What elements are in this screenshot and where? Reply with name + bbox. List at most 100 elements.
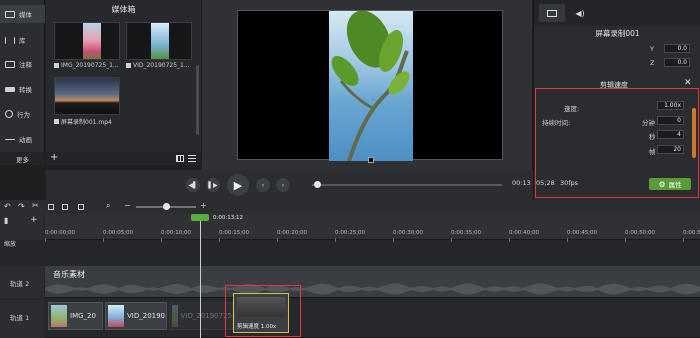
ruler-tick-label: 0:00:00;00 bbox=[45, 230, 76, 236]
speaker-icon: ◀) bbox=[575, 8, 585, 18]
scrub-knob[interactable] bbox=[314, 181, 321, 188]
z-label: Z bbox=[650, 59, 655, 67]
previous-clip-button[interactable]: ‹ bbox=[256, 178, 270, 192]
redo-icon[interactable]: ↷ bbox=[18, 202, 25, 211]
scrub-bar[interactable] bbox=[312, 184, 502, 186]
ruler-tick bbox=[683, 238, 684, 242]
properties-button[interactable]: ⚙ 属性 bbox=[649, 178, 691, 190]
ruler-tick bbox=[335, 238, 336, 242]
media-bin-scrollbar[interactable] bbox=[196, 65, 199, 135]
next-clip-button[interactable]: › bbox=[276, 178, 290, 192]
ruler-tick-label: 0:00:20;00 bbox=[277, 230, 308, 236]
timeline-clip[interactable]: IMG_20 bbox=[48, 302, 103, 330]
ruler-tick-label: 0:00:10;00 bbox=[161, 230, 192, 236]
timeline-header-left: ▮ + 缩放 bbox=[0, 214, 44, 248]
zoom-in-icon[interactable]: + bbox=[200, 201, 207, 210]
time-ruler[interactable]: 0:00:00;00 0:00:05;00 0:00:10;00 0:00:15;00… bbox=[45, 214, 700, 242]
add-media-icon[interactable]: + bbox=[50, 152, 58, 164]
paste-icon[interactable] bbox=[62, 204, 68, 210]
ruler-tick-label: 0:00:35;00 bbox=[451, 230, 482, 236]
ruler-tick bbox=[277, 238, 278, 242]
zoom-slider-knob[interactable] bbox=[163, 203, 170, 210]
playhead-handle[interactable] bbox=[191, 214, 209, 221]
undo-icon[interactable]: ↶ bbox=[4, 202, 11, 211]
track-name: 轨道 2 bbox=[10, 280, 30, 288]
ruler-tick bbox=[161, 238, 162, 242]
y-label: Y bbox=[650, 45, 654, 53]
step-forward-button[interactable]: ▌▶ bbox=[206, 178, 220, 192]
image-file-icon bbox=[54, 63, 59, 68]
audio-clip-label: 音乐素材 bbox=[53, 270, 85, 279]
audio-clip[interactable]: 音乐素材 bbox=[45, 266, 700, 297]
video-file-icon bbox=[54, 119, 59, 124]
copy-icon[interactable] bbox=[48, 204, 54, 210]
zoom-dropdown[interactable]: 缩放 bbox=[4, 239, 16, 248]
tool-annotation[interactable]: 注释 bbox=[0, 55, 45, 73]
playhead[interactable] bbox=[200, 216, 201, 338]
animation-icon bbox=[5, 138, 15, 140]
track-header-1: 轨道 1 bbox=[0, 300, 44, 338]
ruler-tick bbox=[103, 238, 104, 242]
more-button[interactable]: 更多 bbox=[16, 154, 29, 164]
annotation-icon bbox=[5, 60, 15, 68]
branch-graphic bbox=[331, 11, 410, 161]
clip-title: 屏幕录制001 bbox=[595, 29, 640, 38]
gear-icon: ⚙ bbox=[658, 179, 666, 189]
play-button[interactable]: ▶ bbox=[227, 174, 249, 196]
video-file-icon bbox=[126, 63, 131, 68]
y-field[interactable]: 0.0 bbox=[664, 44, 690, 53]
timeline: ↶ ↷ ✂ ⌕ − + ▮ + 缩放 0:00:00;00 0:00:05;00 0… bbox=[0, 200, 700, 338]
playhead-time: 0:00:13;12 bbox=[213, 215, 244, 221]
media-thumbnail bbox=[54, 77, 120, 115]
add-track-icon[interactable]: + bbox=[30, 215, 38, 225]
z-field[interactable]: 0.0 bbox=[664, 58, 690, 67]
ruler-tick bbox=[45, 238, 46, 242]
ruler-tick bbox=[393, 238, 394, 242]
track-header-2: 轨道 2 bbox=[0, 266, 44, 298]
ruler-tick-label: 0:00:15;00 bbox=[219, 230, 250, 236]
ruler-tick-label: 0:00:30;00 bbox=[393, 230, 424, 236]
tab-audio-properties[interactable]: ◀) bbox=[567, 4, 593, 22]
tool-transition[interactable]: 转换 bbox=[0, 80, 45, 98]
ruler-tick bbox=[219, 238, 220, 242]
ruler-tick bbox=[451, 238, 452, 242]
grid-view-icon[interactable] bbox=[176, 155, 184, 162]
tool-library[interactable]: 库 bbox=[0, 31, 45, 49]
media-item[interactable]: 屏幕录制001.mp4 bbox=[54, 77, 128, 126]
close-icon[interactable]: ✕ bbox=[684, 78, 692, 88]
ruler-tick-label: 0:00:05;00 bbox=[103, 230, 134, 236]
media-item[interactable]: VID_20190725_1... bbox=[126, 22, 200, 69]
preview-photo bbox=[329, 11, 413, 161]
zoom-out-icon[interactable]: − bbox=[124, 201, 131, 210]
canvas-handle[interactable] bbox=[368, 157, 374, 163]
timeline-toolbar: ↶ ↷ ✂ ⌕ − + bbox=[0, 200, 700, 214]
current-time: 00:13 bbox=[512, 179, 531, 187]
media-bin: 媒体箱 IMG_20190725_1... VID_20190725_1... … bbox=[46, 0, 201, 165]
split-icon[interactable] bbox=[78, 204, 84, 210]
total-time: 05;28 bbox=[536, 179, 555, 187]
tab-visual-properties[interactable] bbox=[539, 4, 565, 22]
list-view-icon[interactable] bbox=[188, 155, 196, 162]
tool-sidebar: 媒体 库 注释 转换 行为 动画 更多 bbox=[0, 0, 45, 165]
ruler-tick bbox=[567, 238, 568, 242]
behavior-icon bbox=[5, 110, 13, 118]
timeline-clip[interactable]: VID_20190 bbox=[105, 302, 167, 330]
media-thumbnail bbox=[54, 22, 120, 60]
track-2: 音乐素材 bbox=[45, 266, 700, 298]
step-back-button[interactable]: ◀▌ bbox=[186, 178, 200, 192]
tool-animation[interactable]: 动画 bbox=[0, 130, 45, 148]
preview-canvas[interactable] bbox=[237, 10, 503, 163]
playback-controls: ◀▌ ▌▶ ▶ ‹ › 00:13 bbox=[46, 170, 533, 200]
media-icon bbox=[5, 10, 15, 18]
zoom-search-icon[interactable]: ⌕ bbox=[106, 201, 110, 211]
lock-icon[interactable]: ▮ bbox=[4, 216, 8, 225]
media-item[interactable]: IMG_20190725_1... bbox=[54, 22, 128, 69]
tool-behavior[interactable]: 行为 bbox=[0, 105, 45, 123]
ruler-tick-label: 0:00:45;00 bbox=[567, 230, 598, 236]
transition-icon bbox=[5, 86, 15, 92]
track-name: 轨道 1 bbox=[10, 314, 30, 322]
tool-media[interactable]: 媒体 bbox=[0, 5, 45, 23]
cut-icon[interactable]: ✂ bbox=[32, 201, 39, 210]
timeline-clip[interactable]: VID_20190725 bbox=[169, 302, 233, 330]
preview-area bbox=[202, 0, 532, 170]
